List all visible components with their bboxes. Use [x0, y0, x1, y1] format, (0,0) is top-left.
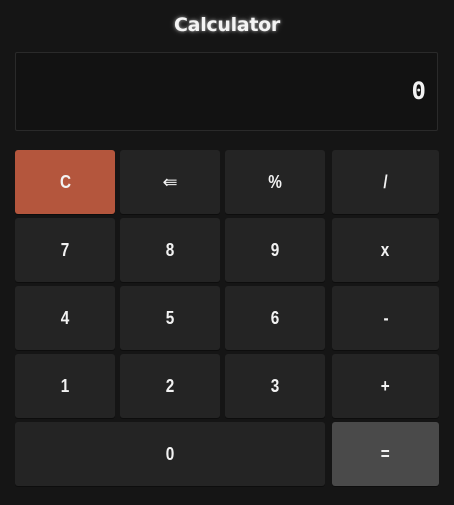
digit-3-label: 3 — [270, 375, 280, 396]
multiply-button-label: x — [381, 239, 390, 260]
divide-button[interactable]: / — [332, 150, 439, 214]
percent-button[interactable]: % — [225, 150, 325, 214]
clear-button-label: C — [59, 171, 71, 192]
equals-button-label: = — [381, 443, 390, 464]
equals-button[interactable]: = — [332, 422, 439, 486]
digit-5-label: 5 — [165, 307, 175, 328]
backspace-button[interactable]: ⇚ — [120, 150, 220, 214]
digit-3-button[interactable]: 3 — [225, 354, 325, 418]
subtract-button[interactable]: - — [332, 286, 439, 350]
digit-1-button[interactable]: 1 — [15, 354, 115, 418]
digit-4-label: 4 — [60, 307, 70, 328]
add-button[interactable]: + — [332, 354, 439, 418]
add-button-label: + — [381, 375, 390, 396]
digit-7-label: 7 — [60, 239, 70, 260]
digit-6-button[interactable]: 6 — [225, 286, 325, 350]
digit-9-button[interactable]: 9 — [225, 218, 325, 282]
app-title: Calculator — [174, 14, 280, 36]
multiply-button[interactable]: x — [332, 218, 439, 282]
percent-button-label: % — [268, 171, 282, 192]
digit-0-button[interactable]: 0 — [15, 422, 325, 486]
digit-9-label: 9 — [270, 239, 280, 260]
digit-6-label: 6 — [270, 307, 280, 328]
calculator-app: Calculator 0 C ⇚ % / 7 8 9 x 4 5 6 - 1 2… — [0, 0, 454, 505]
digit-8-button[interactable]: 8 — [120, 218, 220, 282]
divide-button-label: / — [383, 171, 388, 192]
digit-1-label: 1 — [60, 375, 70, 396]
digit-4-button[interactable]: 4 — [15, 286, 115, 350]
digit-5-button[interactable]: 5 — [120, 286, 220, 350]
digit-2-label: 2 — [165, 375, 175, 396]
backspace-icon: ⇚ — [162, 171, 178, 192]
digit-7-button[interactable]: 7 — [15, 218, 115, 282]
display-screen: 0 — [15, 52, 438, 131]
digit-2-button[interactable]: 2 — [120, 354, 220, 418]
clear-button[interactable]: C — [15, 150, 115, 214]
display-value: 0 — [411, 77, 426, 105]
subtract-button-label: - — [382, 307, 389, 328]
digit-0-label: 0 — [165, 443, 175, 464]
digit-8-label: 8 — [165, 239, 175, 260]
